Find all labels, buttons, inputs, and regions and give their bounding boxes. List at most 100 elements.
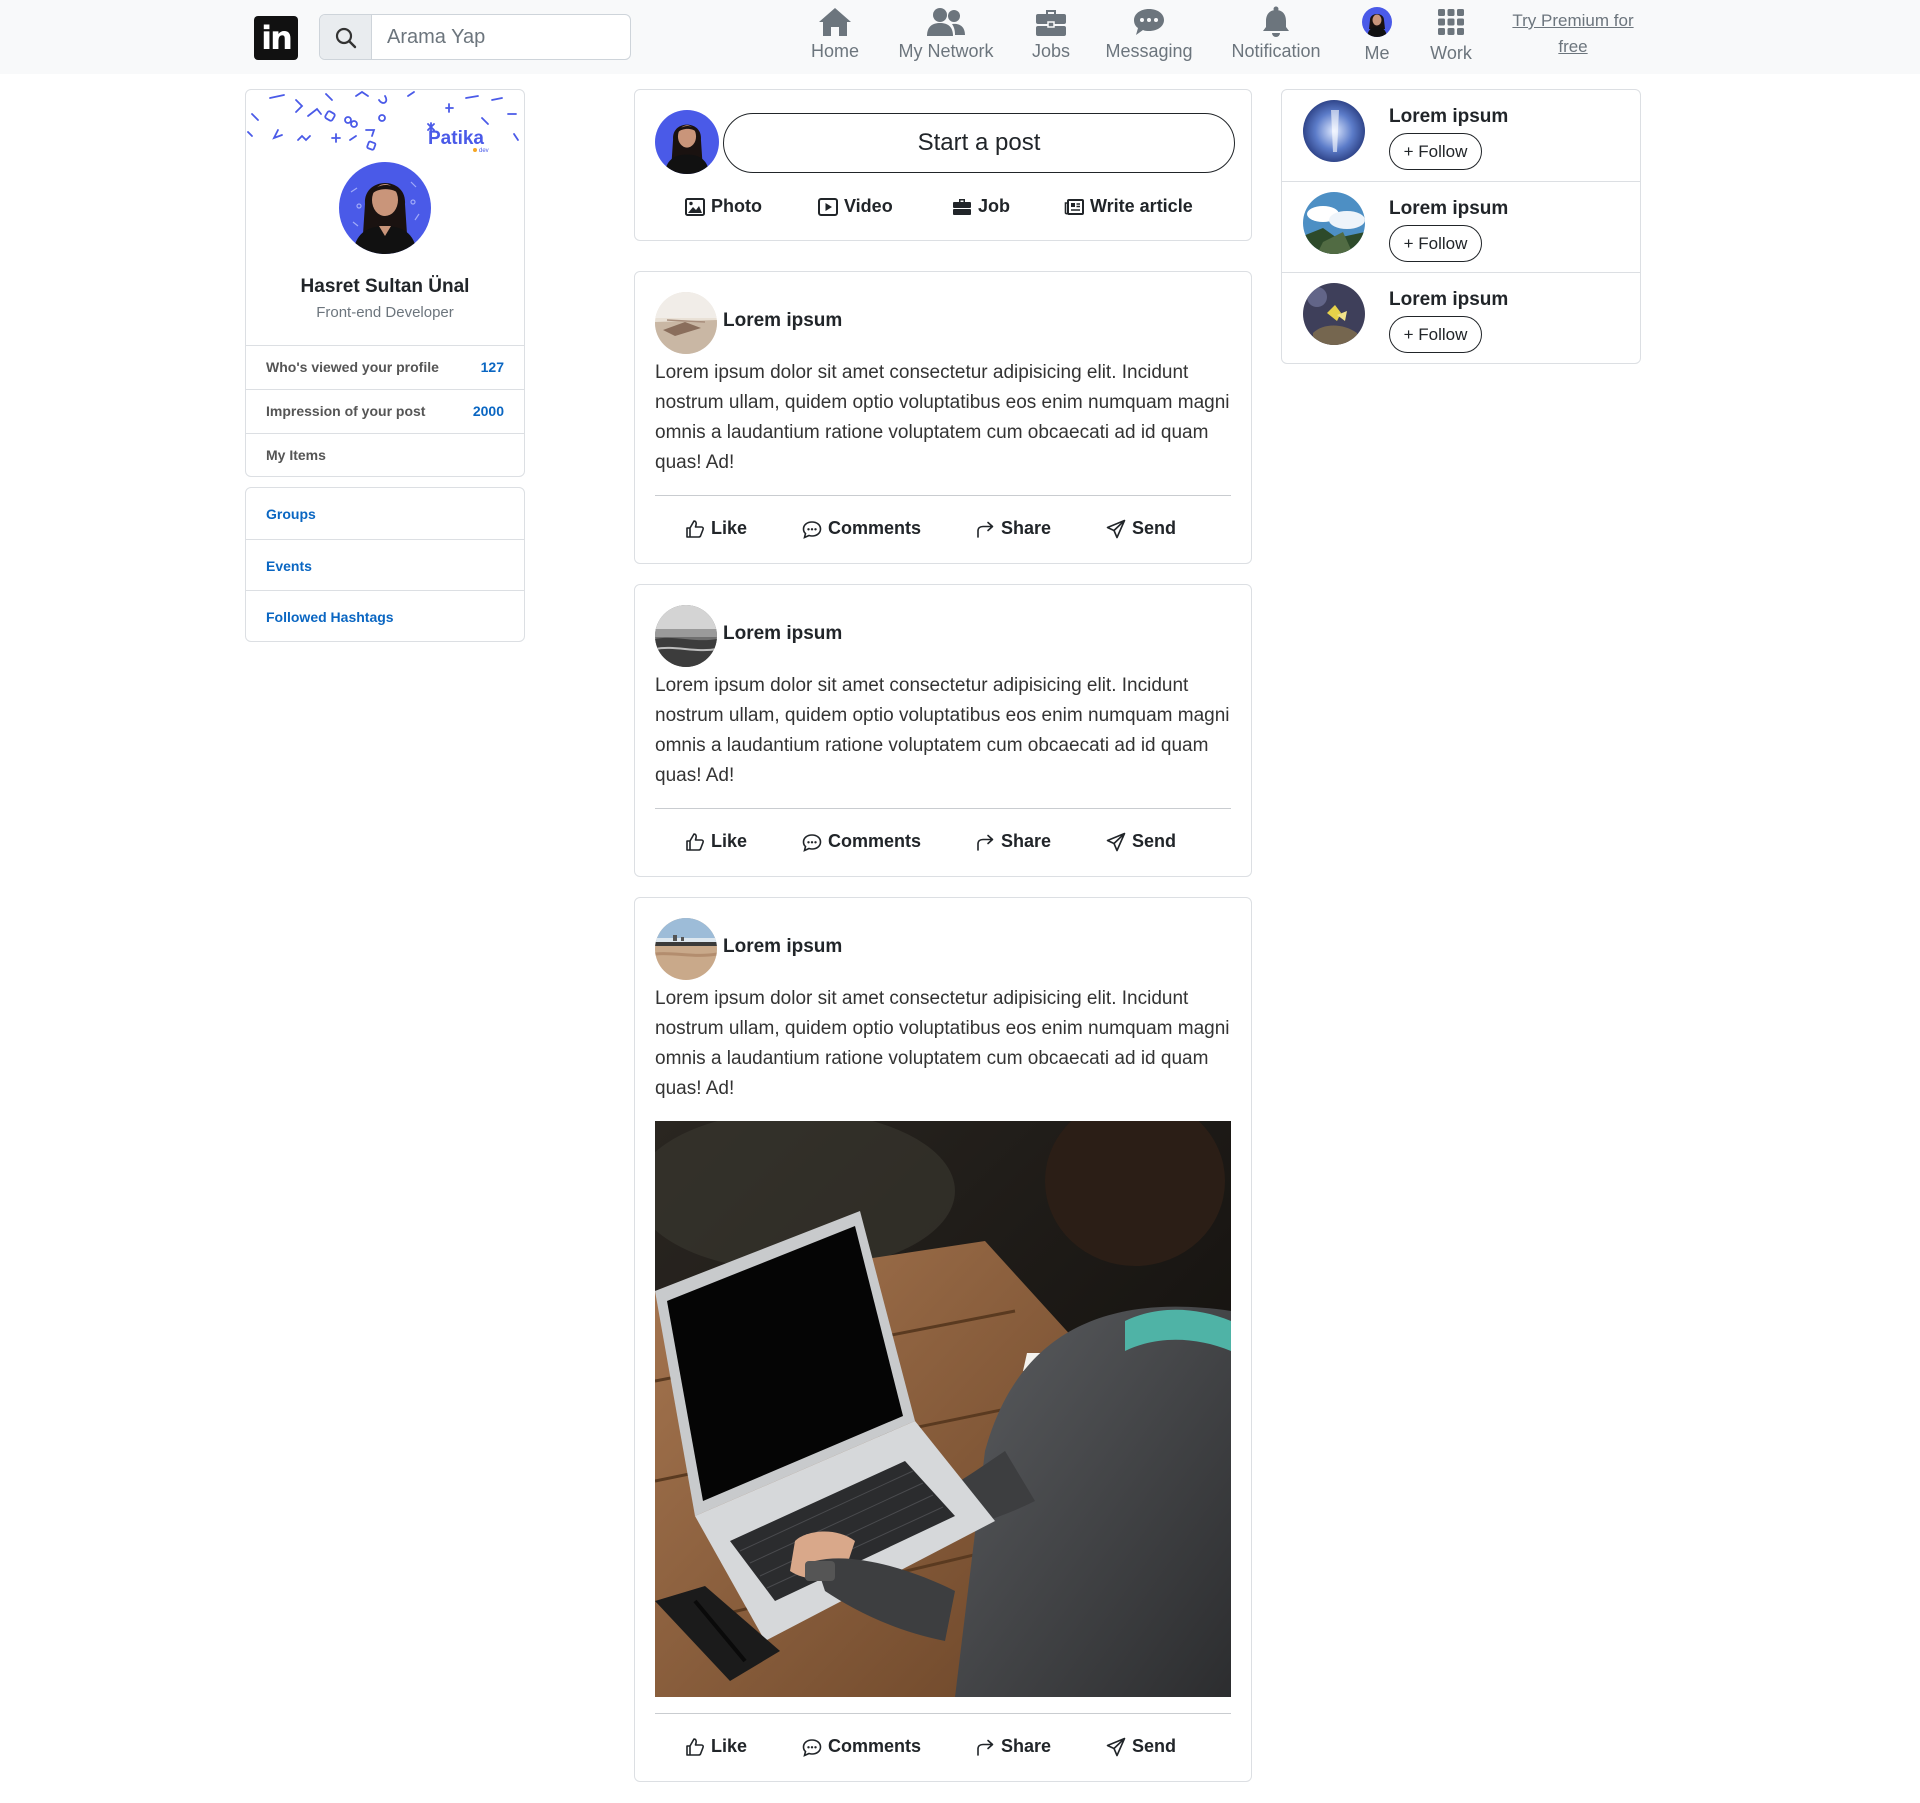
thumbs-up-icon <box>686 832 705 851</box>
suggestion-name[interactable]: Lorem ipsum <box>1389 289 1508 311</box>
like-label: Like <box>711 831 748 851</box>
share-button[interactable]: Share <box>975 831 1051 852</box>
suggestion-item: Lorem ipsum + Follow <box>1282 90 1640 181</box>
search-input[interactable] <box>373 15 629 59</box>
profile-banner: Patika dev <box>246 90 524 162</box>
nav-home[interactable]: Home <box>804 4 866 68</box>
linkedin-logo[interactable]: in <box>254 16 298 60</box>
post-image-laptop[interactable] <box>655 1121 1231 1697</box>
nav-me-label: Me <box>1364 43 1390 63</box>
suggestion-name[interactable]: Lorem ipsum <box>1389 198 1508 220</box>
share-icon <box>977 1739 994 1756</box>
comments-label: Comments <box>828 831 922 851</box>
stat-label: My Items <box>266 447 326 463</box>
like-button[interactable]: Like <box>685 831 747 852</box>
confetti-pattern: Patika dev <box>247 90 519 154</box>
stat-label: Impression of your post <box>266 403 426 419</box>
profile-avatar[interactable] <box>339 162 431 254</box>
profile-name[interactable]: Hasret Sultan Ünal <box>246 276 524 298</box>
nav-messaging[interactable]: Messaging <box>1103 4 1195 68</box>
link-groups[interactable]: Groups <box>246 488 524 539</box>
nav-jobs-label: Jobs <box>1031 41 1071 61</box>
search-group <box>319 14 631 60</box>
send-button[interactable]: Send <box>1106 831 1176 852</box>
top-navbar: in Home My Network <box>0 0 1920 74</box>
comments-button[interactable]: Comments <box>802 518 921 539</box>
nav-my-network[interactable]: My Network <box>895 4 997 68</box>
photo-button[interactable]: Photo <box>685 196 762 217</box>
like-label: Like <box>711 518 748 538</box>
suggestion-name[interactable]: Lorem ipsum <box>1389 106 1508 128</box>
share-label: Share <box>1001 518 1052 538</box>
thumbs-up-icon <box>686 519 705 538</box>
job-button[interactable]: Job <box>952 196 1010 217</box>
nav-jobs[interactable]: Jobs <box>1029 4 1073 68</box>
comment-icon <box>802 833 822 852</box>
post-divider <box>655 1713 1231 1714</box>
job-label: Job <box>978 196 1011 216</box>
follow-button[interactable]: + Follow <box>1389 225 1482 262</box>
post-divider <box>655 495 1231 496</box>
write-article-button[interactable]: Write article <box>1064 196 1193 217</box>
follow-suggestions-card: Lorem ipsum + Follow Lorem ipsum + Follo… <box>1281 89 1641 364</box>
suggestion-avatar[interactable] <box>1303 100 1365 162</box>
post-author-avatar[interactable] <box>655 292 717 354</box>
avatar[interactable] <box>655 110 719 174</box>
send-button[interactable]: Send <box>1106 518 1176 539</box>
community-links-card: Groups Events Followed Hashtags <box>245 487 525 642</box>
follow-button[interactable]: + Follow <box>1389 316 1482 353</box>
post-author-name[interactable]: Lorem ipsum <box>723 936 842 958</box>
like-button[interactable]: Like <box>685 1736 747 1757</box>
link-events[interactable]: Events <box>246 539 524 590</box>
share-label: Share <box>1001 831 1052 851</box>
video-icon <box>818 197 838 216</box>
stat-label: Who's viewed your profile <box>266 359 439 375</box>
link-label: Groups <box>266 506 316 522</box>
send-icon <box>1106 1737 1126 1756</box>
share-button[interactable]: Share <box>975 1736 1051 1757</box>
post-author-name[interactable]: Lorem ipsum <box>723 623 842 645</box>
nav-notification[interactable]: Notification <box>1228 4 1324 68</box>
nav-me[interactable]: Me <box>1361 4 1393 68</box>
suggestion-avatar[interactable] <box>1303 283 1365 345</box>
send-icon <box>1106 832 1126 851</box>
write-article-label: Write article <box>1090 196 1193 216</box>
video-button[interactable]: Video <box>818 196 893 217</box>
search-button[interactable] <box>320 15 372 59</box>
link-followed-hashtags[interactable]: Followed Hashtags <box>246 590 524 641</box>
comments-button[interactable]: Comments <box>802 1736 921 1757</box>
thumbs-up-icon <box>686 1737 705 1756</box>
newspaper-icon <box>1064 198 1084 215</box>
post-author-avatar[interactable] <box>655 605 717 667</box>
nav-my-network-label: My Network <box>898 41 994 61</box>
stat-post-impressions[interactable]: Impression of your post 2000 <box>246 389 524 433</box>
nav-messaging-label: Messaging <box>1105 41 1193 61</box>
post-body: Lorem ipsum dolor sit amet consectetur a… <box>655 988 1230 1099</box>
stat-my-items[interactable]: My Items <box>246 433 524 476</box>
send-button[interactable]: Send <box>1106 1736 1176 1757</box>
photo-label: Photo <box>711 196 762 216</box>
like-button[interactable]: Like <box>685 518 747 539</box>
comments-button[interactable]: Comments <box>802 831 921 852</box>
comments-label: Comments <box>828 518 922 538</box>
feed-post: Lorem ipsum Lorem ipsum dolor sit amet c… <box>634 897 1252 1782</box>
send-label: Send <box>1132 831 1177 851</box>
link-label: Followed Hashtags <box>266 609 394 625</box>
follow-button[interactable]: + Follow <box>1389 133 1482 170</box>
send-icon <box>1106 519 1126 538</box>
post-body: Lorem ipsum dolor sit amet consectetur a… <box>655 362 1230 473</box>
premium-line-1: Try Premium for <box>1512 11 1634 30</box>
post-author-name[interactable]: Lorem ipsum <box>723 310 842 332</box>
suggestion-avatar[interactable] <box>1303 192 1365 254</box>
stat-profile-views[interactable]: Who's viewed your profile 127 <box>246 345 524 389</box>
grid-icon <box>1438 9 1464 35</box>
comment-icon <box>802 1738 822 1757</box>
try-premium-link[interactable]: Try Premium for free <box>1508 8 1638 60</box>
chat-icon <box>1134 9 1164 35</box>
start-post-button[interactable]: Start a post <box>723 113 1235 173</box>
share-button[interactable]: Share <box>975 518 1051 539</box>
share-label: Share <box>1001 1736 1052 1756</box>
post-author-avatar[interactable] <box>655 918 717 980</box>
nav-work[interactable]: Work <box>1426 4 1476 68</box>
share-icon <box>977 521 994 538</box>
